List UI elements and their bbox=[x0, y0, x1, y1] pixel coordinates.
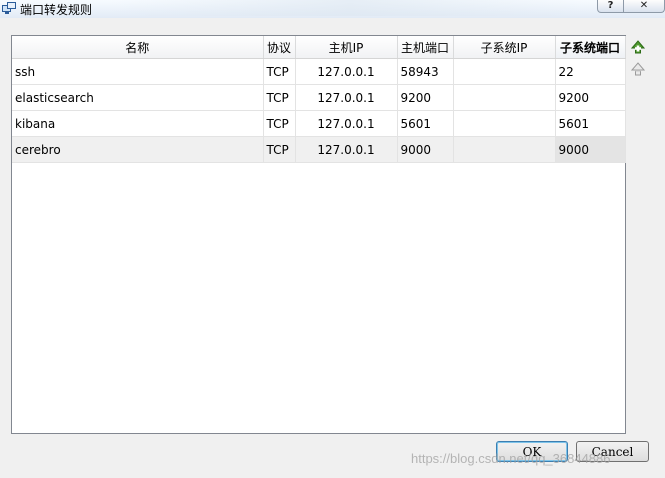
port-forwarding-table[interactable]: 名称 协议 主机IP 主机端口 子系统IP 子系统端口 ssh TCP 127.0.0.1 58… bbox=[11, 35, 626, 434]
cell-protocol[interactable]: TCP bbox=[263, 58, 296, 85]
cell-protocol[interactable]: TCP bbox=[263, 110, 296, 137]
window-title: 端口转发规则 bbox=[20, 3, 93, 17]
cell-guest-port[interactable]: 22 bbox=[555, 58, 626, 85]
cell-guest-ip[interactable] bbox=[453, 136, 556, 163]
cell-name[interactable]: kibana bbox=[12, 110, 264, 137]
cell-name[interactable]: elasticsearch bbox=[12, 84, 264, 111]
cell-host-ip[interactable]: 127.0.0.1 bbox=[295, 110, 398, 137]
cell-protocol[interactable]: TCP bbox=[263, 136, 296, 163]
table-row[interactable]: cerebro TCP 127.0.0.1 9000 9000 bbox=[12, 136, 626, 163]
cell-name[interactable]: ssh bbox=[12, 58, 264, 85]
cell-guest-port[interactable]: 9200 bbox=[555, 84, 626, 111]
header-column-protocol[interactable]: 协议 bbox=[263, 36, 296, 59]
header-column-guest-ip[interactable]: 子系统IP bbox=[453, 36, 556, 59]
watermark: https://blog.csdn.net/qq_36844886 bbox=[411, 451, 611, 466]
table-row[interactable]: kibana TCP 127.0.0.1 5601 5601 bbox=[12, 110, 626, 137]
cell-name[interactable]: cerebro bbox=[12, 136, 264, 163]
cell-protocol[interactable]: TCP bbox=[263, 84, 296, 111]
header-column-name[interactable]: 名称 bbox=[12, 36, 264, 59]
help-icon: ? bbox=[607, 0, 614, 11]
cell-host-ip[interactable]: 127.0.0.1 bbox=[295, 136, 398, 163]
remove-rule-icon[interactable] bbox=[629, 60, 647, 78]
cell-host-port[interactable]: 5601 bbox=[397, 110, 454, 137]
cell-guest-ip[interactable] bbox=[453, 110, 556, 137]
cell-host-port[interactable]: 9200 bbox=[397, 84, 454, 111]
cell-host-port[interactable]: 58943 bbox=[397, 58, 454, 85]
cell-guest-port[interactable]: 5601 bbox=[555, 110, 626, 137]
close-icon: ✕ bbox=[639, 0, 649, 11]
cell-guest-ip[interactable] bbox=[453, 58, 556, 85]
add-rule-icon[interactable] bbox=[629, 38, 647, 56]
table-header: 名称 协议 主机IP 主机端口 子系统IP 子系统端口 bbox=[12, 36, 626, 59]
table-row[interactable]: ssh TCP 127.0.0.1 58943 22 bbox=[12, 58, 626, 85]
cell-host-ip[interactable]: 127.0.0.1 bbox=[295, 58, 398, 85]
title-bar: 端口转发规则 ? ✕ bbox=[0, 0, 665, 18]
cell-host-port[interactable]: 9000 bbox=[397, 136, 454, 163]
header-column-guest-port[interactable]: 子系统端口 bbox=[555, 36, 626, 59]
header-column-host-ip[interactable]: 主机IP bbox=[295, 36, 398, 59]
port-forwarding-icon bbox=[2, 2, 16, 14]
table-row[interactable]: elasticsearch TCP 127.0.0.1 9200 9200 bbox=[12, 84, 626, 111]
help-button[interactable]: ? bbox=[597, 0, 624, 13]
header-column-host-port[interactable]: 主机端口 bbox=[397, 36, 454, 59]
cell-host-ip[interactable]: 127.0.0.1 bbox=[295, 84, 398, 111]
cell-guest-ip[interactable] bbox=[453, 84, 556, 111]
title-bar-background bbox=[110, 0, 590, 16]
cell-guest-port[interactable]: 9000 bbox=[555, 136, 626, 163]
close-button[interactable]: ✕ bbox=[623, 0, 665, 13]
